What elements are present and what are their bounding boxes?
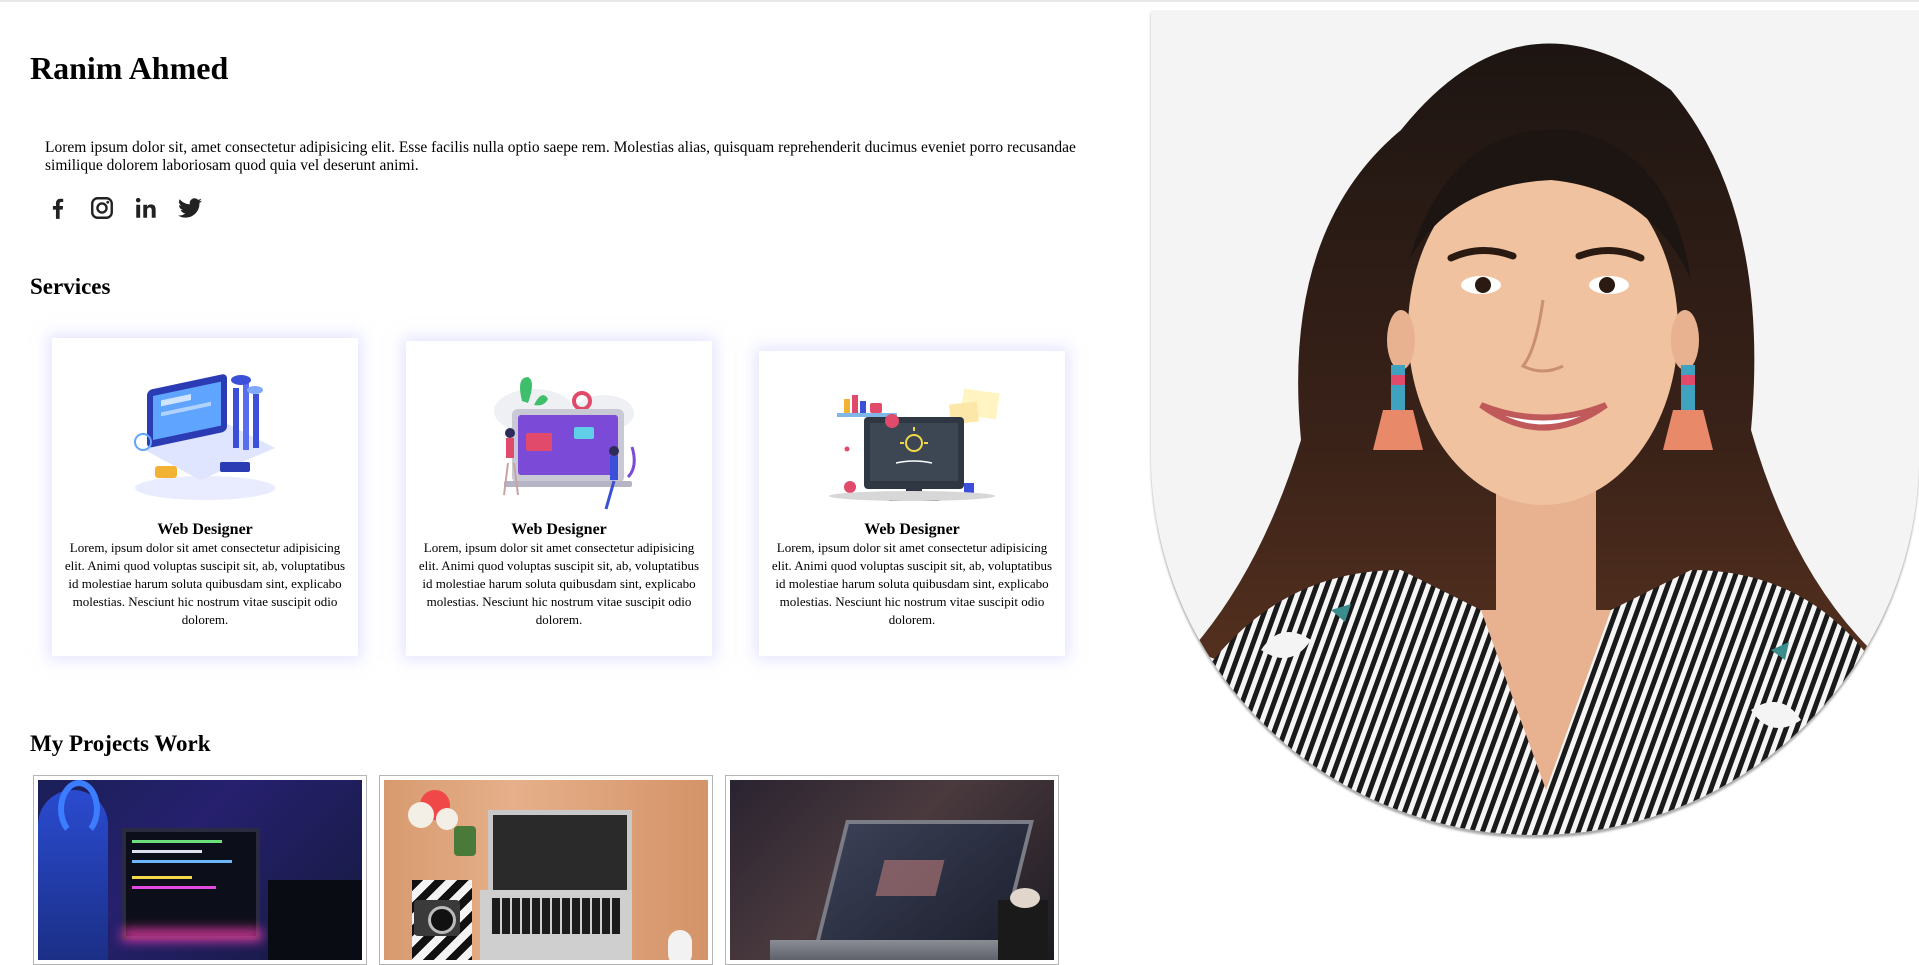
profile-name: Ranim Ahmed <box>30 50 229 86</box>
project-card[interactable] <box>379 775 713 965</box>
service-card: Web Designer Lorem, ipsum dolor sit amet… <box>406 341 712 656</box>
linkedin-icon <box>135 197 156 218</box>
project-card[interactable] <box>33 775 367 965</box>
project-image-coder <box>38 780 362 960</box>
service-card-title: Web Designer <box>511 521 607 538</box>
portrait-illustration <box>1151 10 1919 835</box>
services-heading: Services <box>30 274 111 299</box>
illustration-shadow <box>829 491 995 501</box>
service-card: Web Designer Lorem, ipsum dolor sit amet… <box>52 338 358 656</box>
service-illustration <box>759 379 1065 509</box>
facebook-link[interactable] <box>45 195 71 221</box>
project-card[interactable] <box>725 775 1059 965</box>
social-links <box>45 195 203 221</box>
service-card: Web Designer Lorem, ipsum dolor sit amet… <box>759 351 1065 656</box>
instagram-icon <box>91 197 113 219</box>
profile-photo <box>1151 10 1919 835</box>
facebook-icon <box>52 198 64 219</box>
service-card-text: Lorem, ipsum dolor sit amet consectetur … <box>64 540 346 627</box>
service-card-text: Lorem, ipsum dolor sit amet consectetur … <box>418 540 700 627</box>
instagram-link[interactable] <box>89 195 115 221</box>
linkedin-link[interactable] <box>133 195 159 221</box>
service-card-title: Web Designer <box>864 521 960 538</box>
twitter-icon <box>178 198 202 218</box>
projects-heading: My Projects Work <box>30 731 211 756</box>
service-illustration <box>52 370 358 505</box>
service-card-title: Web Designer <box>157 521 253 538</box>
profile-intro: Lorem ipsum dolor sit, amet consectetur … <box>45 139 1076 174</box>
twitter-link[interactable] <box>177 195 203 221</box>
service-card-text: Lorem, ipsum dolor sit amet consectetur … <box>771 540 1053 627</box>
project-image-laptop-dark <box>730 780 1054 960</box>
project-image-laptop-desk <box>384 780 708 960</box>
top-divider <box>0 0 1919 2</box>
service-illustration <box>406 371 712 511</box>
